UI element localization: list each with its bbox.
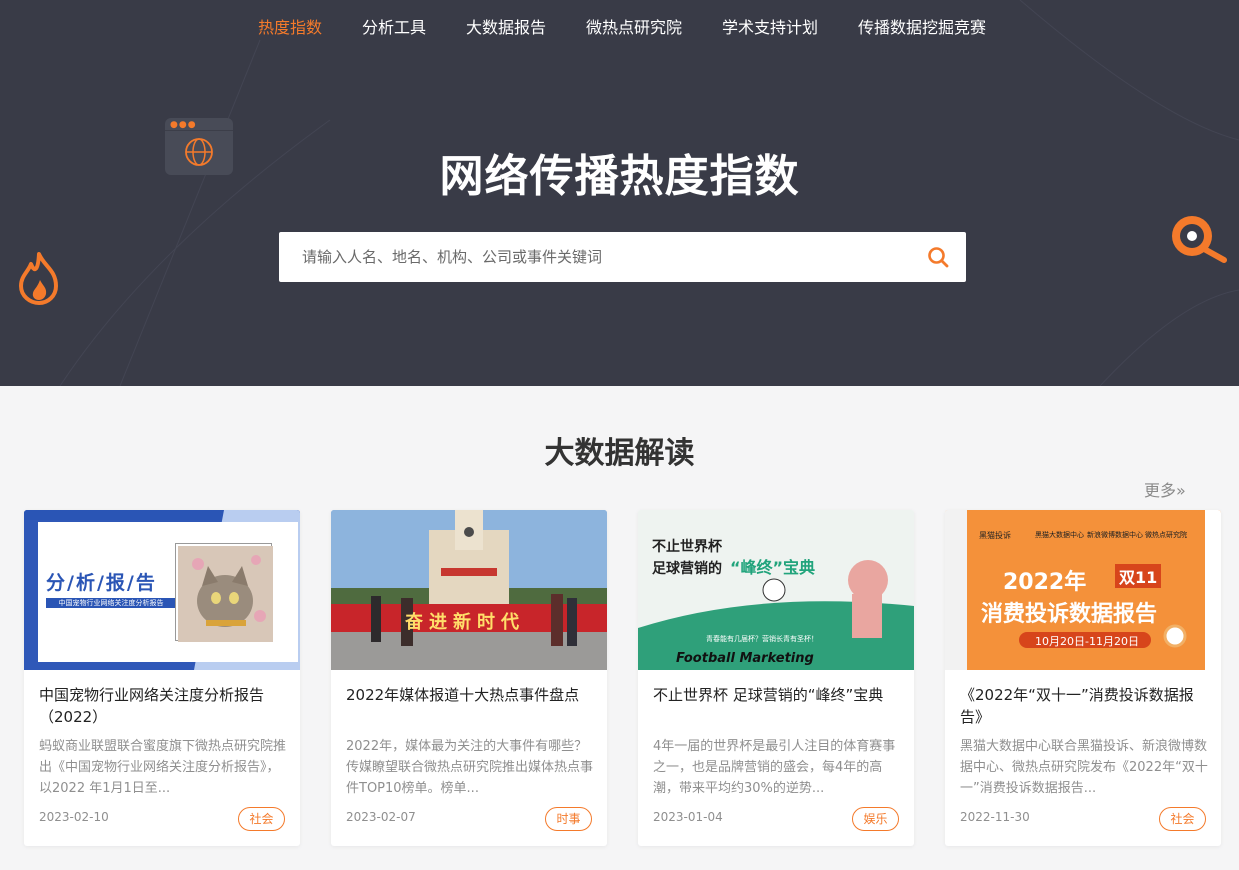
- nav-item-heat-index[interactable]: 热度指数: [258, 14, 322, 38]
- card-image-headline: 分/析/报/告: [46, 572, 157, 594]
- report-card[interactable]: 黑猫投诉 黑猫大数据中心 新浪微博数据中心 微热点研究院 2022年 双11 消…: [945, 510, 1221, 846]
- search-input[interactable]: [279, 232, 909, 282]
- card-description: 4年一届的世界杯是最引人注目的体育赛事之一，也是品牌营销的盛会，每4年的高潮，带…: [653, 739, 896, 796]
- nav-item-big-data-reports[interactable]: 大数据报告: [466, 14, 546, 38]
- card-image-line1: 不止世界杯: [652, 539, 722, 555]
- report-card[interactable]: 奋进新时代 2022年媒体报道十大热点事件盘点 2022年，媒体最为关注的大事件…: [331, 510, 607, 846]
- card-image-year: 2022年: [1003, 570, 1087, 595]
- page-title: 网络传播热度指数: [439, 151, 800, 202]
- card-image-banner: 青春能有几届杯？营销长青有圣杯！: [706, 635, 818, 643]
- section-title: 大数据解读: [544, 436, 695, 471]
- card-image-logo-4: 微热点研究院: [1145, 531, 1187, 539]
- card-image-logo-1: 黑猫投诉: [979, 531, 1011, 540]
- card-title[interactable]: 2022年媒体报道十大热点事件盘点: [346, 684, 596, 706]
- card-date: 2023-02-07: [346, 810, 416, 824]
- card-image-line2: 足球营销的: [652, 561, 722, 577]
- card-image: 不止世界杯 足球营销的 “峰终”宝典 青春能有几届杯？营销长青有圣杯！ Foot…: [638, 510, 914, 670]
- fire-icon: [19, 252, 58, 305]
- category-tag[interactable]: 社会: [238, 807, 285, 831]
- more-link[interactable]: 更多»: [1144, 477, 1186, 501]
- cat-photo: [176, 544, 273, 642]
- card-description: 黑猫大数据中心联合黑猫投诉、新浪微博数据中心、微热点研究院发布《2022年“双十…: [960, 739, 1208, 796]
- card-image-footer: Football Marketing: [676, 651, 814, 666]
- card-description: 2022年，媒体最为关注的大事件有哪些？传媒瞭望联合微热点研究院推出媒体热点事件…: [346, 739, 594, 796]
- card-date: 2023-01-04: [653, 810, 723, 824]
- card-description: 蚂蚁商业联盟联合蜜度旗下微热点研究院推出《中国宠物行业网络关注度分析报告》，以2…: [39, 739, 287, 796]
- card-image-badge: 双11: [1115, 564, 1162, 588]
- nav-item-research-institute[interactable]: 微热点研究院: [586, 14, 682, 38]
- category-tag[interactable]: 时事: [545, 807, 592, 831]
- top-nav: 热度指数 分析工具 大数据报告 微热点研究院 学术支持计划 传播数据挖掘竞赛: [0, 0, 1239, 50]
- card-image-logo-3: 新浪微博数据中心: [1087, 531, 1143, 539]
- card-image-headline: 消费投诉数据报告: [981, 602, 1158, 627]
- card-title[interactable]: 中国宠物行业网络关注度分析报告（2022）: [39, 684, 289, 728]
- nav-item-analysis-tools[interactable]: 分析工具: [362, 14, 426, 38]
- report-card[interactable]: 分/析/报/告 中国宠物行业网络关注度分析报告 中国宠物行业网络关注度分析报告（…: [24, 510, 300, 846]
- card-image-highlight: “峰终”宝典: [730, 558, 816, 577]
- card-image: 奋进新时代: [331, 510, 607, 670]
- card-date: 2022-11-30: [960, 810, 1030, 824]
- card-image: 黑猫投诉 黑猫大数据中心 新浪微博数据中心 微热点研究院 2022年 双11 消…: [945, 510, 1221, 670]
- search-icon[interactable]: [926, 245, 950, 269]
- card-title[interactable]: 不止世界杯 足球营销的“峰终”宝典: [653, 684, 903, 706]
- search-box: [279, 232, 966, 282]
- card-date: 2023-02-10: [39, 810, 109, 824]
- card-image: 分/析/报/告 中国宠物行业网络关注度分析报告: [24, 510, 300, 670]
- hero-banner: 热度指数 分析工具 大数据报告 微热点研究院 学术支持计划 传播数据挖掘竞赛 ●…: [0, 0, 1239, 386]
- card-image-banner: 奋进新时代: [405, 612, 525, 633]
- card-image-subtitle: 中国宠物行业网络关注度分析报告: [46, 598, 176, 608]
- card-title[interactable]: 《2022年“双十一”消费投诉数据报告》: [960, 684, 1210, 728]
- nav-item-academic-support[interactable]: 学术支持计划: [722, 14, 818, 38]
- report-card[interactable]: 不止世界杯 足球营销的 “峰终”宝典 青春能有几届杯？营销长青有圣杯！ Foot…: [638, 510, 914, 846]
- nav-item-data-mining-contest[interactable]: 传播数据挖掘竞赛: [858, 14, 986, 38]
- card-image-dates: 10月20日-11月20日: [1035, 635, 1139, 648]
- card-image-logo-2: 黑猫大数据中心: [1035, 531, 1084, 539]
- magnifier-icon: [1172, 216, 1227, 263]
- category-tag[interactable]: 娱乐: [852, 807, 899, 831]
- category-tag[interactable]: 社会: [1159, 807, 1206, 831]
